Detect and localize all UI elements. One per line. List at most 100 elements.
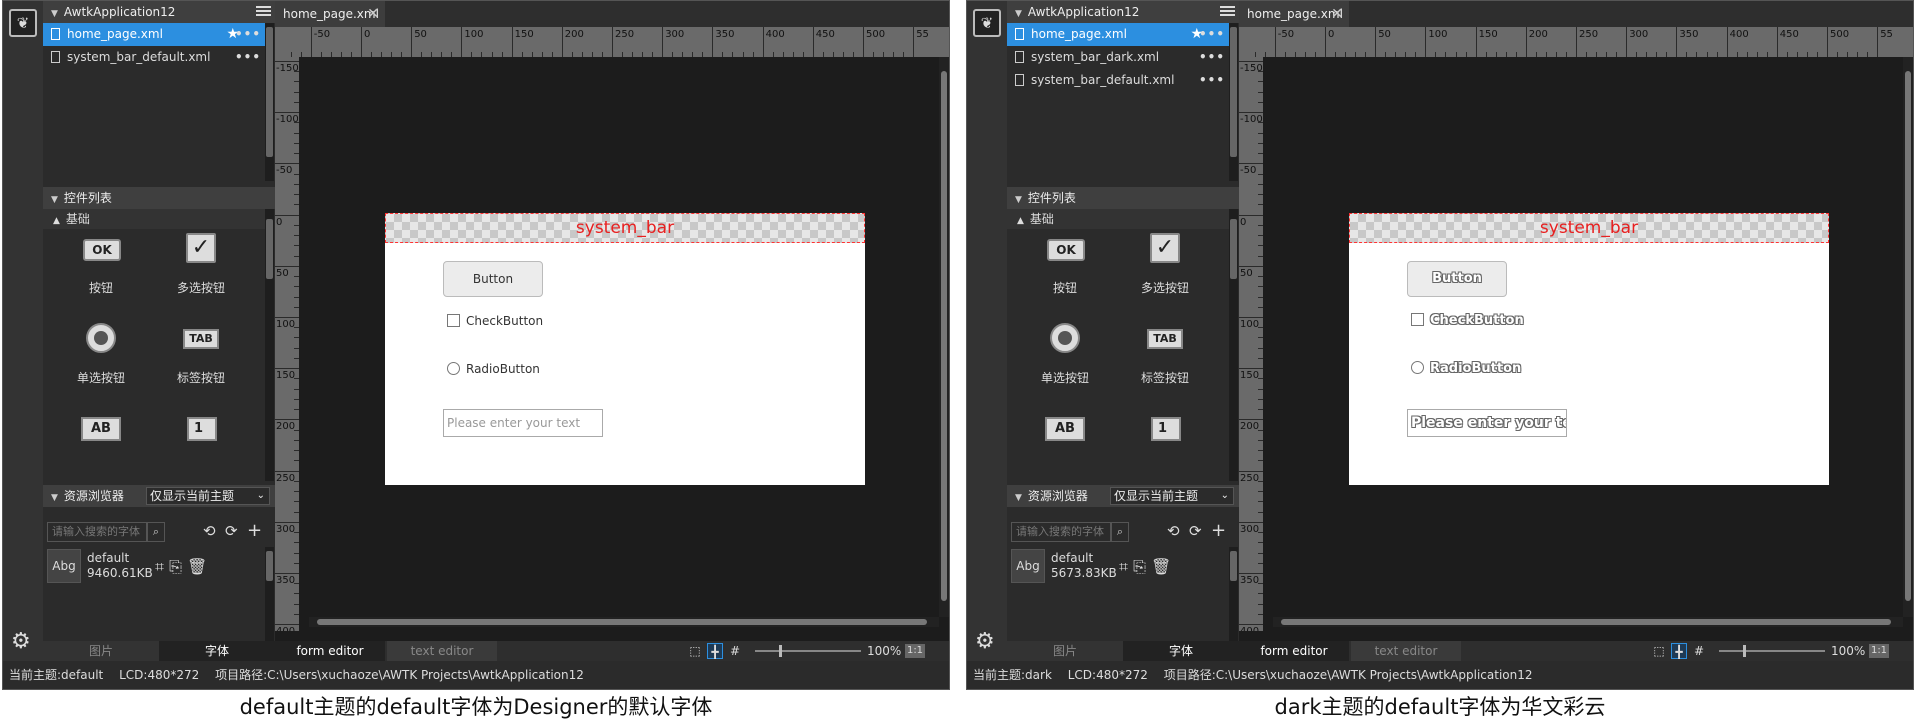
awtk-logo-icon[interactable]: ❦ [973, 9, 1001, 37]
tab-home-page[interactable]: home_page.xml ✕ [275, 1, 385, 27]
tab-form-editor[interactable]: form editor [1239, 641, 1349, 661]
lcd-preview[interactable]: system_bar Button CheckButton RadioButto… [1349, 213, 1829, 485]
grid-icon[interactable]: # [727, 643, 743, 659]
widget-item[interactable]: 单选按钮 [1015, 323, 1115, 413]
settings-gear-icon[interactable]: ⚙ [975, 631, 995, 653]
preview-button[interactable]: Button [443, 261, 543, 297]
awtk-logo-icon[interactable]: ❦ [9, 9, 37, 37]
preview-button[interactable]: Button [1407, 261, 1507, 297]
crop-add-icon[interactable]: ⟲ [203, 523, 216, 539]
add-icon[interactable]: + [1211, 522, 1226, 540]
resource-browser-header[interactable]: ▼ 资源浏览器 仅显示当前主题 ⌄ [1007, 485, 1239, 507]
hamburger-menu-icon[interactable] [256, 4, 271, 19]
refresh-icon[interactable]: ⟳ [225, 523, 238, 539]
tab-images[interactable]: 图片 [43, 641, 159, 661]
file-item[interactable]: system_bar_dark.xml ••• [1007, 46, 1229, 69]
trash-icon[interactable]: 🗑 [187, 557, 207, 576]
font-search-input[interactable]: 请输入搜索的字体 [1011, 522, 1111, 542]
widget-list-header[interactable]: ▼ 控件列表 [1007, 187, 1239, 209]
system-bar[interactable]: system_bar [1349, 213, 1829, 243]
font-resource-item[interactable]: Abg default 5673.83KB ⌗ ⎘ 🗑 [1011, 549, 1221, 589]
select-rect-icon[interactable]: ⬚ [687, 643, 703, 659]
theme-filter-select[interactable]: 仅显示当前主题 ⌄ [146, 487, 270, 505]
copy-icon[interactable]: ⎘ [169, 557, 182, 576]
project-header[interactable]: ▼ AwtkApplication12 [1007, 1, 1239, 23]
widget-item[interactable]: TAB 标签按钮 [151, 323, 251, 413]
tab-form-editor[interactable]: form editor [275, 641, 385, 661]
more-icon[interactable]: ••• [1199, 69, 1225, 92]
font-resource-item[interactable]: Abg default 9460.61KB ⌗ ⎘ 🗑 [47, 549, 257, 589]
collapse-icon[interactable]: ▼ [51, 9, 58, 19]
preview-edit[interactable]: Please enter your text [443, 409, 603, 437]
preview-check-button[interactable]: CheckButton [1411, 313, 1524, 329]
file-item[interactable]: system_bar_default.xml ••• [1007, 69, 1229, 92]
hamburger-menu-icon[interactable] [1220, 4, 1235, 19]
resource-scrollbar[interactable] [265, 547, 274, 641]
close-icon[interactable]: ✕ [367, 1, 379, 27]
crop-add-icon[interactable]: ⟲ [1167, 523, 1180, 539]
actual-size-button[interactable]: 1:1 [1869, 644, 1889, 658]
widget-item[interactable]: OK 按钮 [51, 233, 151, 323]
grid-icon[interactable]: # [1691, 643, 1707, 659]
widget-scrollbar[interactable] [1229, 209, 1238, 481]
copy-icon[interactable]: ⎘ [1133, 557, 1146, 576]
snap-icon[interactable]: ╋ [707, 643, 723, 659]
search-icon[interactable]: ⌕ [147, 522, 165, 542]
system-bar[interactable]: system_bar [385, 213, 865, 243]
more-icon[interactable]: ••• [1199, 46, 1225, 69]
design-canvas[interactable]: system_bar Button CheckButton RadioButto… [1263, 57, 1913, 631]
crop-icon[interactable]: ⌗ [1119, 557, 1128, 576]
zoom-slider[interactable] [1719, 645, 1825, 657]
trash-icon[interactable]: 🗑 [1151, 557, 1171, 576]
theme-filter-select[interactable]: 仅显示当前主题 ⌄ [1110, 487, 1234, 505]
more-icon[interactable]: ••• [235, 23, 261, 46]
canvas-vertical-scrollbar[interactable] [939, 57, 949, 617]
widget-list-header[interactable]: ▼ 控件列表 [43, 187, 275, 209]
canvas-horizontal-scrollbar[interactable] [1273, 617, 1903, 627]
tab-fonts[interactable]: 字体 [1123, 641, 1239, 661]
add-icon[interactable]: + [247, 522, 262, 540]
more-icon[interactable]: ••• [1199, 23, 1225, 46]
select-rect-icon[interactable]: ⬚ [1651, 643, 1667, 659]
actual-size-button[interactable]: 1:1 [905, 644, 925, 658]
widget-item[interactable]: 1 [151, 413, 251, 481]
resource-scrollbar[interactable] [1229, 547, 1238, 641]
widget-item[interactable]: 单选按钮 [51, 323, 151, 413]
tab-images[interactable]: 图片 [1007, 641, 1123, 661]
category-header[interactable]: ▲ 基础 [1007, 209, 1229, 229]
preview-radio-button[interactable]: RadioButton [1411, 361, 1521, 377]
widget-scrollbar[interactable] [265, 209, 274, 481]
widget-item[interactable]: TAB 标签按钮 [1115, 323, 1215, 413]
tab-text-editor[interactable]: text editor [387, 641, 497, 661]
file-item[interactable]: home_page.xml ★ ••• [43, 23, 265, 46]
font-search-input[interactable]: 请输入搜索的字体 [47, 522, 147, 542]
preview-edit[interactable]: Please enter your te [1407, 409, 1567, 437]
category-header[interactable]: ▲ 基础 [43, 209, 265, 229]
project-header[interactable]: ▼ AwtkApplication12 [43, 1, 275, 23]
widget-item[interactable]: AB [51, 413, 151, 481]
more-icon[interactable]: ••• [235, 46, 261, 69]
canvas-vertical-scrollbar[interactable] [1903, 57, 1913, 617]
widget-item[interactable]: OK 按钮 [1015, 233, 1115, 323]
widget-item[interactable]: AB [1015, 413, 1115, 481]
zoom-slider[interactable] [755, 645, 861, 657]
canvas-horizontal-scrollbar[interactable] [309, 617, 939, 627]
preview-check-button[interactable]: CheckButton [447, 313, 543, 329]
search-icon[interactable]: ⌕ [1111, 522, 1129, 542]
file-item[interactable]: home_page.xml ★ ••• [1007, 23, 1229, 46]
settings-gear-icon[interactable]: ⚙ [11, 631, 31, 653]
collapse-icon[interactable]: ▼ [1015, 9, 1022, 19]
file-item[interactable]: system_bar_default.xml ••• [43, 46, 265, 69]
file-list-scrollbar[interactable] [265, 23, 274, 181]
file-list-scrollbar[interactable] [1229, 23, 1238, 181]
tab-home-page[interactable]: home_page.xml ✕ [1239, 1, 1349, 27]
widget-item[interactable]: ✓ 多选按钮 [151, 233, 251, 323]
close-icon[interactable]: ✕ [1331, 1, 1343, 27]
tab-fonts[interactable]: 字体 [159, 641, 275, 661]
tab-text-editor[interactable]: text editor [1351, 641, 1461, 661]
preview-radio-button[interactable]: RadioButton [447, 361, 540, 377]
crop-icon[interactable]: ⌗ [155, 557, 164, 576]
design-canvas[interactable]: system_bar Button CheckButton RadioButto… [299, 57, 949, 631]
widget-item[interactable]: 1 [1115, 413, 1215, 481]
resource-browser-header[interactable]: ▼ 资源浏览器 仅显示当前主题 ⌄ [43, 485, 275, 507]
